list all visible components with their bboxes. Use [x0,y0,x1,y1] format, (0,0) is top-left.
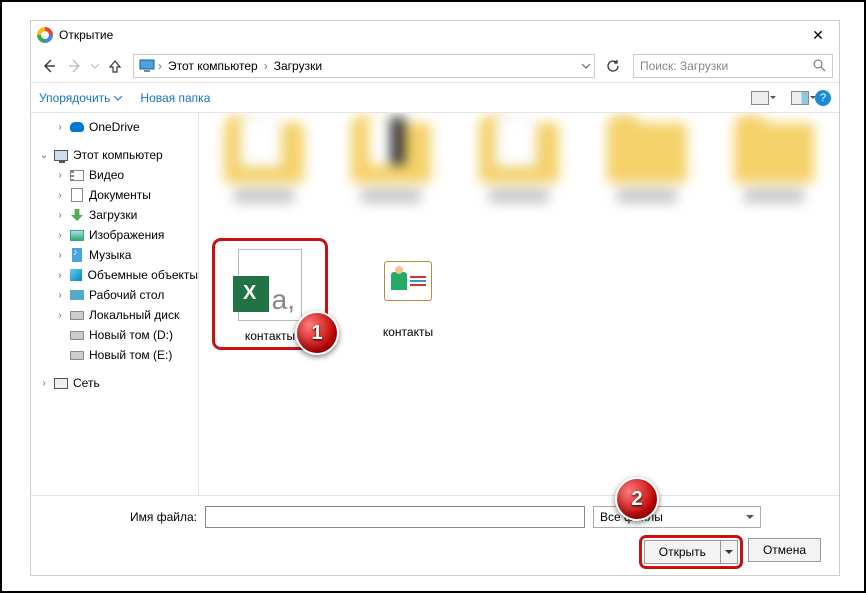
crumb-folder[interactable]: Загрузки [270,59,326,73]
refresh-button[interactable] [601,54,625,78]
search-placeholder: Поиск: Загрузки [640,59,728,73]
up-button[interactable] [103,54,127,78]
titlebar: Открытие ✕ [31,21,839,49]
open-dropdown[interactable] [721,547,737,558]
tree-label: Сеть [73,376,100,390]
annotation-badge-1: 1 [295,311,339,355]
vid-icon [69,167,85,183]
nav-row: › Этот компьютер › Загрузки Поиск: Загру… [31,49,839,83]
tree-item-11[interactable]: Новый том (E:) [31,345,198,365]
onedrive-icon [69,119,85,135]
chevron-right-icon: › [156,59,164,73]
tree-item-4[interactable]: › Загрузки [31,205,198,225]
desk-icon [69,287,85,303]
drive-icon [69,347,85,363]
tree-item-0[interactable]: › OneDrive [31,117,198,137]
net-icon [53,375,69,391]
pc-icon [53,147,69,163]
tree-label: Музыка [89,248,131,262]
tree-label: Видео [89,168,124,182]
tree-label: Новый том (E:) [89,348,172,362]
csv-file-icon: a, [226,245,314,325]
recent-dropdown[interactable] [89,54,101,78]
crumb-root[interactable]: Этот компьютер [164,59,262,73]
search-icon [813,59,826,72]
help-button[interactable]: ? [815,90,831,106]
tree-item-2[interactable]: › Видео [31,165,198,185]
expand-icon[interactable]: › [55,270,64,281]
file-item-vcard[interactable]: контакты [353,241,463,347]
new-folder-button[interactable]: Новая папка [140,91,210,105]
pic-icon [69,227,85,243]
tree-item-7[interactable]: › Объемные объекты [31,265,198,285]
tree-label: Этот компьютер [73,148,163,162]
tree-item-6[interactable]: › Музыка [31,245,198,265]
tree-item-5[interactable]: › Изображения [31,225,198,245]
back-button[interactable] [37,54,61,78]
cancel-button[interactable]: Отмена [748,538,821,562]
down-icon [69,207,85,223]
forward-button[interactable] [63,54,87,78]
tree-label: Изображения [89,228,164,242]
close-button[interactable]: ✕ [803,27,833,44]
expand-icon[interactable]: ⌄ [39,150,49,161]
doc-icon [69,187,85,203]
expand-icon[interactable]: › [55,210,65,221]
drive-icon [69,307,85,323]
vcard-file-icon [364,241,452,321]
chevron-down-icon[interactable] [582,62,590,70]
tree-label: OneDrive [89,120,140,134]
expand-icon[interactable]: › [55,122,65,133]
window-title: Открытие [59,28,113,42]
view-mode-button[interactable] [751,91,769,105]
chevron-right-icon: › [262,59,270,73]
expand-icon[interactable]: › [55,250,65,261]
pc-icon [138,57,156,75]
expand-icon[interactable]: › [39,378,49,389]
tree-item-8[interactable]: › Рабочий стол [31,285,198,305]
tree-item-12[interactable]: › Сеть [31,373,198,393]
tree-item-9[interactable]: › Локальный диск [31,305,198,325]
tree-label: Объемные объекты [88,268,198,282]
tree-item-1[interactable]: ⌄ Этот компьютер [31,145,198,165]
tree-label: Новый том (D:) [89,328,173,342]
file-name: контакты [383,325,433,339]
3d-icon [68,267,83,283]
file-name: контакты [245,329,295,343]
toolbar: Упорядочить Новая папка ? [31,83,839,113]
tree-label: Локальный диск [89,308,179,322]
tree-item-3[interactable]: › Документы [31,185,198,205]
search-input[interactable]: Поиск: Загрузки [633,54,833,78]
tree-label: Документы [89,188,151,202]
expand-icon[interactable]: › [55,190,65,201]
tree-label: Рабочий стол [89,288,164,302]
drive-icon [69,327,85,343]
file-open-dialog: Открытие ✕ › Этот компьютер › Загрузки [30,20,840,576]
address-bar[interactable]: › Этот компьютер › Загрузки [133,54,595,78]
tree-item-10[interactable]: Новый том (D:) [31,325,198,345]
bottom-panel: Имя файла: Все файлы Открыть Отмена 2 [31,495,839,575]
tree-label: Загрузки [89,208,137,222]
blurred-folders [215,123,823,223]
annotation-badge-2: 2 [615,477,659,521]
chrome-icon [37,27,53,43]
open-button[interactable]: Открыть [644,540,738,564]
filename-label: Имя файла: [47,510,197,524]
preview-pane-button[interactable] [791,91,809,105]
filename-input[interactable] [205,506,585,528]
expand-icon[interactable]: › [55,290,65,301]
note-icon [69,247,85,263]
nav-tree: › OneDrive ⌄ Этот компьютер › Видео › Документы… [31,113,199,495]
expand-icon[interactable]: › [55,310,65,321]
expand-icon[interactable]: › [55,170,65,181]
organize-menu[interactable]: Упорядочить [39,91,122,105]
expand-icon[interactable]: › [55,230,65,241]
file-list[interactable]: a, контакты контакты 1 [199,113,839,495]
